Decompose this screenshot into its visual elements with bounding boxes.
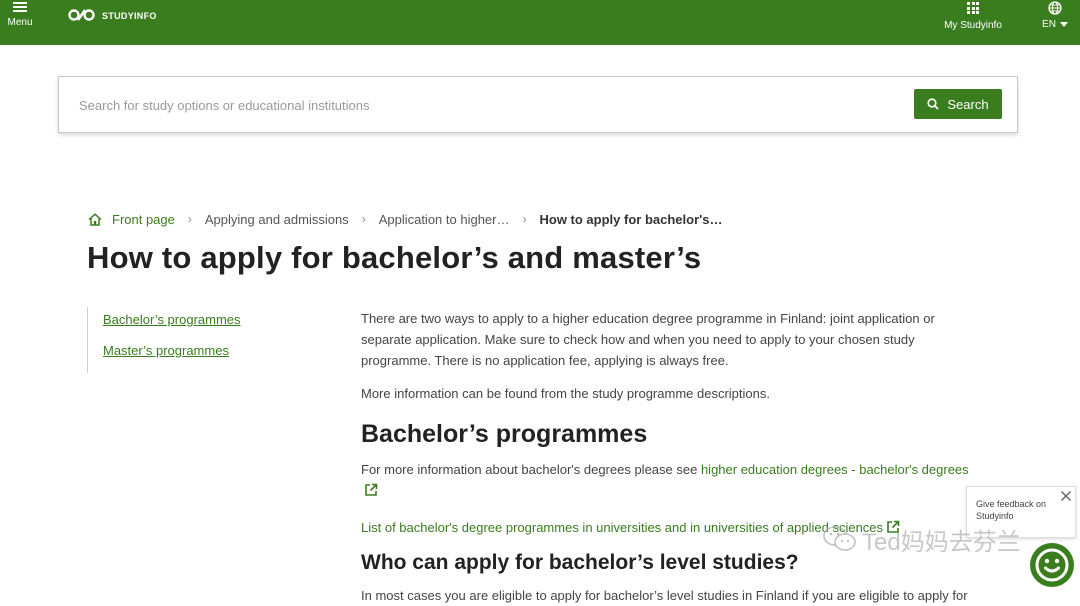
bachelors-heading: Bachelor’s programmes (361, 420, 648, 448)
chevron-right-icon: › (361, 212, 366, 226)
search-input[interactable] (77, 93, 881, 117)
intro-paragraph: There are two ways to apply to a higher … (361, 311, 935, 368)
breadcrumb: Front page › Applying and admissions › A… (88, 210, 722, 228)
chevron-right-icon: › (522, 212, 527, 226)
breadcrumb-current: How to apply for bachelor's… (539, 211, 723, 227)
menu-label: Menu (7, 17, 33, 28)
menu-button[interactable]: Menu (5, 0, 35, 40)
breadcrumb-front-page[interactable]: Front page (88, 212, 175, 227)
logo-mark-icon (68, 8, 96, 25)
search-icon (927, 98, 940, 110)
wechat-icon (823, 526, 856, 551)
globe-icon (1048, 1, 1062, 15)
hamburger-icon (13, 2, 27, 12)
sidenav-masters-link[interactable]: Master’s programmes (103, 343, 288, 358)
bachelors-info-text: For more information about bachelor's de… (361, 462, 701, 477)
bachelors-programmes-list-link-label: List of bachelor's degree programmes in … (361, 520, 884, 535)
bachelors-programmes-list-link[interactable]: List of bachelor's degree programmes in … (361, 520, 900, 535)
studyinfo-logo[interactable]: STUDYINFO (68, 8, 157, 24)
external-link-icon (365, 483, 378, 496)
chevron-down-icon (1059, 21, 1068, 27)
watermark: Ted妈妈去芬兰 (822, 523, 1021, 556)
feedback-text: Give feedback on Studyinfo (976, 499, 1047, 521)
home-icon (88, 212, 102, 226)
search-button-label: Search (947, 96, 989, 112)
my-studyinfo-button[interactable]: My Studyinfo (938, 0, 1008, 40)
feedback-smiley-button[interactable] (1030, 543, 1074, 587)
language-label: EN (1042, 19, 1056, 30)
my-studyinfo-label: My Studyinfo (944, 20, 1002, 31)
top-bar: Menu STUDYINFO My Studyinfo EN (0, 0, 1080, 45)
page-title: How to apply for bachelor’s and master’s (87, 240, 702, 275)
language-selector[interactable]: EN (1035, 0, 1075, 40)
apps-grid-icon (967, 2, 979, 14)
sidenav-bachelors-link[interactable]: Bachelor’s programmes (103, 312, 288, 327)
who-can-apply-paragraph: In most cases you are eligible to apply … (361, 588, 968, 603)
main-content: There are two ways to apply to a higher … (361, 308, 981, 606)
chevron-right-icon: › (187, 212, 192, 226)
bachelors-degrees-link-label: higher education degrees - bachelor's de… (700, 462, 969, 477)
breadcrumb-front-page-label: Front page (112, 211, 175, 227)
smiley-icon (1035, 548, 1069, 582)
watermark-text: Ted妈妈去芬兰 (862, 528, 1021, 556)
breadcrumb-applying-admissions[interactable]: Applying and admissions (205, 212, 349, 227)
search-button[interactable]: Search (914, 89, 1002, 119)
breadcrumb-application-higher[interactable]: Application to higher… (379, 212, 510, 227)
side-navigation: Bachelor’s programmes Master’s programme… (87, 307, 288, 373)
close-icon[interactable] (1060, 490, 1072, 502)
search-bar: Search (58, 76, 1018, 133)
bachelors-info-paragraph: For more information about bachelor's de… (361, 459, 981, 501)
more-info-paragraph: More information can be found from the s… (361, 386, 770, 401)
logo-text: STUDYINFO (102, 11, 157, 21)
